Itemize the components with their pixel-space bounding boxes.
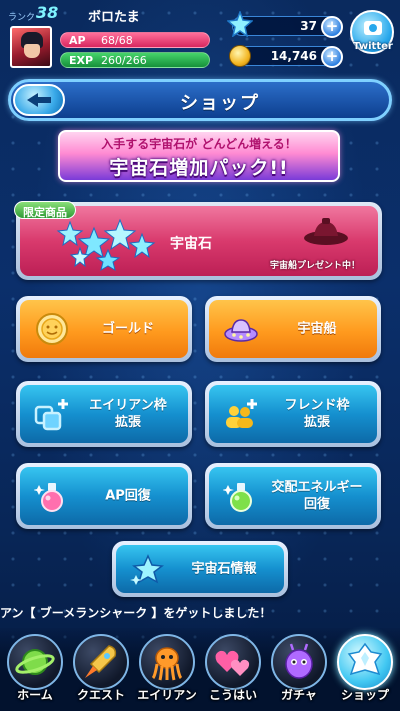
title-bar: ショップ [8,79,392,121]
space-stones-icon [56,218,156,272]
breeding-energy-label-line1: 交配エネルギー [271,480,363,495]
space-stone-info-button-face: 宇宙石情報 [116,545,284,593]
nav-breeding[interactable]: こうはい [202,630,264,710]
nav-home-orb [7,634,63,690]
spaceship-icon [304,218,348,245]
exp-bar: EXP 260/266 [60,52,210,68]
slot-expand-icon [34,399,68,431]
nav-gacha[interactable]: ガチャ [268,630,330,710]
player-name: ボロたま [88,10,140,25]
ap-recovery-button-face: AP回復 [20,467,188,525]
coin-counter: 14,746 + [229,45,343,68]
gold-button[interactable]: ゴールド [16,296,192,362]
nav-alien-orb [139,634,195,690]
limited-tag: 限定商品 [14,201,76,219]
nav-gacha-label: ガチャ [281,688,317,702]
alien-slot-label-line1: エイリアン枠 [89,398,167,413]
planet-icon [15,649,55,675]
nav-shop-label: ショップ [340,688,389,702]
alien-slot-label: エイリアン枠 拡張 [74,397,182,431]
breeding-energy-recovery-button[interactable]: 交配エネルギー 回復 [205,463,381,529]
space-stone-icon [227,11,253,37]
coin-count: 14,746 [270,49,317,63]
friends-icon [226,399,257,428]
camera-icon [364,21,382,35]
ap-value: 68/68 [101,34,133,47]
space-stone-info-button[interactable]: 宇宙石情報 [112,541,288,597]
page-title: ショップ [180,93,260,114]
crystal-icon [347,642,383,676]
nav-gacha-orb [271,634,327,690]
friend-slot-label-line1: フレンド枠 [284,398,350,413]
alien-slot-expand-button[interactable]: エイリアン枠 拡張 [16,381,192,447]
nav-breeding-label: こうはい [208,688,257,702]
ap-label: AP [69,34,86,47]
nav-shop-orb [337,634,393,690]
nav-quest-orb [73,634,129,690]
exp-value: 260/266 [101,54,147,67]
gold-coin-icon [229,45,251,67]
space-stone-icon [130,554,164,585]
limited-button-face: 宇宙石 宇宙船プレゼント中！ [20,206,378,276]
gem-count: 37 [300,19,317,33]
ufo-icon [224,319,258,342]
rank-label: ランク [8,13,36,23]
nav-shop[interactable]: ショップ [334,630,396,710]
gold-coin-icon [36,313,68,345]
green-potion-icon [223,483,252,512]
twitter-label: Twitter [353,41,393,52]
friend-slot-label: フレンド枠 拡張 [263,397,371,431]
friend-slot-expand-button[interactable]: フレンド枠 拡張 [205,381,381,447]
gold-button-face: ゴールド [20,300,188,358]
rank-value: 38 [36,3,59,22]
banner-subtitle: 入手する宇宙石が どんどん増える！ [101,137,297,151]
back-button[interactable] [13,84,65,116]
rocket-icon [85,645,117,678]
alien-slot-button-face: エイリアン枠 拡張 [20,385,188,443]
nav-quest[interactable]: クエスト [70,630,132,710]
space-stone-info-label: 宇宙石情報 [191,561,257,577]
nav-breeding-orb [205,634,261,690]
gem-counter: 37 + [227,11,343,38]
spaceship-button[interactable]: 宇宙船 [205,296,381,362]
ap-recovery-button[interactable]: AP回復 [16,463,192,529]
nav-home-label: ホーム [17,688,53,702]
news-ticker: アン【 ブーメランシャーク 】をゲットしました！ [0,606,272,620]
stone-pack-banner[interactable]: 入手する宇宙石が どんどん増える！ 宇宙石増加パック!! [58,130,340,182]
add-gems-button[interactable]: + [321,16,343,38]
nav-home[interactable]: ホーム [4,630,66,710]
bottom-nav: ホーム クエスト エイリアン こうはい ガチャ ショップ [0,628,400,711]
friend-slot-button-face: フレンド枠 拡張 [209,385,377,443]
pink-potion-icon [34,483,63,512]
octopus-icon [151,647,183,681]
gold-label: ゴールド [101,321,154,337]
ap-bar: AP 68/68 [60,32,210,48]
spaceship-button-face: 宇宙船 [209,300,377,358]
friend-slot-label-line2: 拡張 [303,415,330,430]
alien-egg-icon [285,643,313,679]
breeding-energy-label-line2: 回復 [303,497,330,512]
spaceship-label: 宇宙船 [297,321,337,337]
nav-quest-label: クエスト [76,688,125,702]
avatar[interactable] [10,26,52,68]
breeding-energy-label: 交配エネルギー 回復 [263,479,371,513]
player-header: ランク 38 ボロたま AP 68/68 EXP 260/266 37 + 14… [0,0,400,76]
ship-present-text: 宇宙船プレゼント中！ [270,261,361,271]
banner-title: 宇宙石増加パック!! [109,157,289,179]
breeding-energy-button-face: 交配エネルギー 回復 [209,467,377,525]
hearts-icon [215,650,250,676]
nav-alien-label: エイリアン [137,688,197,702]
ap-recovery-label: AP回復 [105,488,151,504]
exp-label: EXP [69,54,94,67]
alien-slot-label-line2: 拡張 [114,415,141,430]
add-coins-button[interactable]: + [321,46,343,68]
limited-item-label: 宇宙石 [170,236,212,252]
nav-alien[interactable]: エイリアン [136,630,198,710]
